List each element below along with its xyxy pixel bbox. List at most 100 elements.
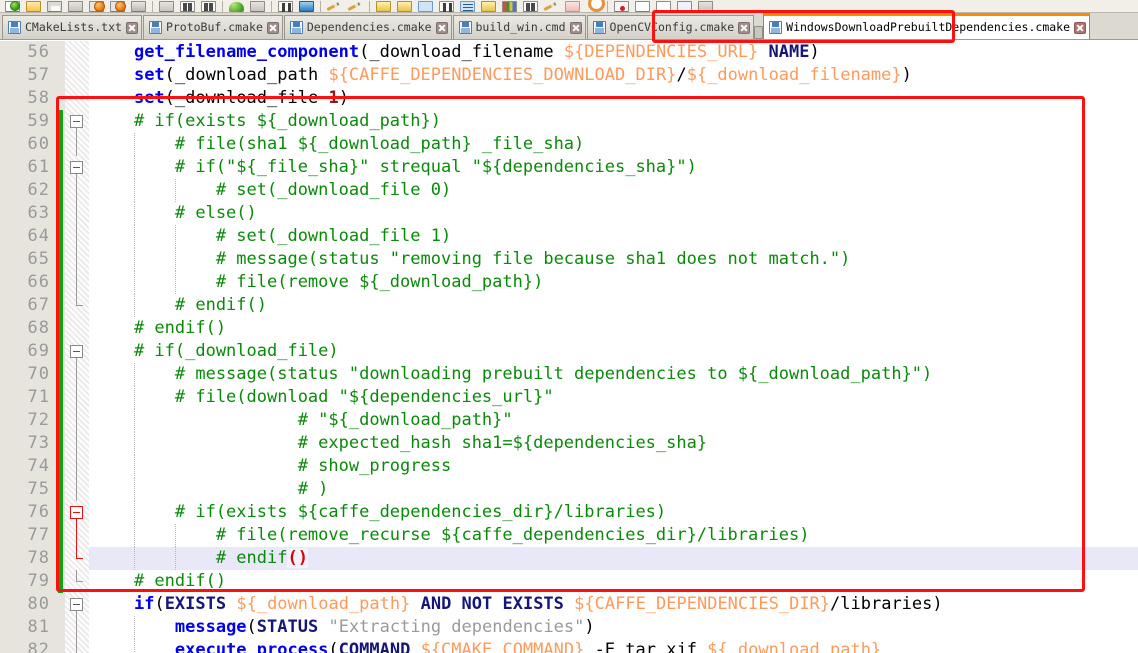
code-line[interactable]: 81 message(STATUS "Extracting dependenci… — [0, 616, 1138, 639]
fold-margin[interactable] — [65, 524, 89, 547]
fold-margin[interactable] — [65, 616, 89, 639]
fold-margin[interactable] — [65, 202, 89, 225]
sync-scroll-h-icon[interactable] — [394, 0, 415, 12]
fold-margin[interactable] — [65, 110, 89, 133]
code-text[interactable]: # if(exists ${_download_path}) — [89, 110, 1138, 133]
fold-margin[interactable] — [65, 87, 89, 110]
save-all-icon[interactable] — [65, 0, 86, 12]
code-text[interactable]: # endif() — [89, 570, 1138, 593]
tab-bar[interactable]: CMakeLists.txt ProtoBuf.cmake Dependencies… — [0, 13, 1138, 40]
code-line[interactable]: 63 # else() — [0, 202, 1138, 225]
run-macro-multiple-icon[interactable] — [674, 0, 695, 12]
word-wrap-icon[interactable] — [415, 0, 436, 12]
open-file-icon[interactable] — [23, 0, 44, 12]
close-icon[interactable] — [125, 21, 138, 34]
code-text[interactable]: # if(_download_file) — [89, 340, 1138, 363]
code-text[interactable]: # set(_download_file 0) — [89, 179, 1138, 202]
fold-margin[interactable] — [65, 363, 89, 386]
code-line[interactable]: 72 # "${_download_path}" — [0, 409, 1138, 432]
code-text[interactable]: get_filename_component(_download_filenam… — [89, 41, 1138, 64]
fold-margin[interactable] — [65, 317, 89, 340]
code-line[interactable]: 60 # file(sha1 ${_download_path} _file_s… — [0, 133, 1138, 156]
fold-margin[interactable] — [65, 432, 89, 455]
code-text[interactable]: message(STATUS "Extracting dependencies"… — [89, 616, 1138, 639]
tab-opencvconfig-cmake[interactable]: OpenCVConfig.cmake — [586, 15, 755, 39]
code-text[interactable]: # file(remove ${_download_path}) — [89, 271, 1138, 294]
sync-scroll-v-icon[interactable] — [373, 0, 394, 12]
function-list-icon[interactable] — [541, 0, 562, 12]
code-text[interactable]: # message(status "downloading prebuilt d… — [89, 363, 1138, 386]
tab-windowsdownloadprebuiltdependencies-cmake[interactable]: WindowsDownloadPrebuiltDependencies.cmak… — [763, 13, 1091, 39]
fold-margin[interactable] — [65, 455, 89, 478]
code-line[interactable]: 64 # set(_download_file 1) — [0, 225, 1138, 248]
playback-macro-icon[interactable] — [653, 0, 674, 12]
fold-margin[interactable] — [65, 340, 89, 363]
close-icon[interactable] — [738, 21, 751, 34]
fold-toggle-icon[interactable] — [70, 506, 83, 519]
fold-margin[interactable] — [65, 294, 89, 317]
close-icon[interactable] — [266, 21, 279, 34]
fold-margin[interactable] — [65, 156, 89, 179]
code-line[interactable]: 80 if(EXISTS ${_download_path} AND NOT E… — [0, 593, 1138, 616]
save-file-icon[interactable] — [44, 0, 65, 12]
tab-build-win-cmd[interactable]: build_win.cmd — [452, 15, 586, 39]
code-line[interactable]: 71 # file(download "${dependencies_url}" — [0, 386, 1138, 409]
code-line[interactable]: 67 # endif() — [0, 294, 1138, 317]
code-text[interactable]: # endif() — [89, 317, 1138, 340]
code-text[interactable]: # endif() — [89, 294, 1138, 317]
folder-workspace-icon[interactable] — [562, 0, 583, 12]
fold-toggle-icon[interactable] — [70, 598, 83, 611]
fold-margin[interactable] — [65, 501, 89, 524]
code-line[interactable]: 76 # if(exists ${caffe_dependencies_dir}… — [0, 501, 1138, 524]
paste-icon[interactable] — [198, 0, 219, 12]
tab-cmakelists-txt[interactable]: CMakeLists.txt — [2, 15, 142, 39]
code-line[interactable]: 61 # if("${_file_sha}" strequal "${depen… — [0, 156, 1138, 179]
fold-toggle-icon[interactable] — [70, 161, 83, 174]
document-map-icon[interactable] — [520, 0, 541, 12]
monitoring-icon[interactable] — [583, 0, 605, 12]
zoom-out-icon[interactable] — [345, 0, 366, 12]
code-text[interactable]: # else() — [89, 202, 1138, 225]
code-line[interactable]: 73 # expected_hash sha1=${dependencies_s… — [0, 432, 1138, 455]
code-text[interactable]: # ) — [89, 478, 1138, 501]
close-icon[interactable] — [435, 21, 448, 34]
copy-icon[interactable] — [177, 0, 198, 12]
code-text[interactable]: set(_download_path ${CAFFE_DEPENDENCIES_… — [89, 64, 1138, 87]
find-icon[interactable] — [275, 0, 296, 12]
code-line[interactable]: 79 # endif() — [0, 570, 1138, 593]
code-line[interactable]: 68 # endif() — [0, 317, 1138, 340]
cut-icon[interactable] — [156, 0, 177, 12]
code-text[interactable]: execute_process(COMMAND ${CMAKE_COMMAND}… — [89, 639, 1138, 653]
stop-macro-icon[interactable] — [632, 0, 653, 12]
tab-scroll-right-button[interactable] — [754, 26, 764, 39]
code-line[interactable]: 62 # set(_download_file 0) — [0, 179, 1138, 202]
code-text[interactable]: # endif() — [89, 547, 1138, 570]
code-text[interactable]: # file(remove_recurse ${caffe_dependenci… — [89, 524, 1138, 547]
fold-margin[interactable] — [65, 64, 89, 87]
code-text[interactable]: # expected_hash sha1=${dependencies_sha} — [89, 432, 1138, 455]
code-text[interactable]: # if(exists ${caffe_dependencies_dir}/li… — [89, 501, 1138, 524]
tab-protobuf-cmake[interactable]: ProtoBuf.cmake — [142, 15, 283, 39]
close-icon[interactable] — [1074, 21, 1087, 34]
code-text[interactable]: # file(sha1 ${_download_path} _file_sha) — [89, 133, 1138, 156]
code-line[interactable]: 58 set(_download_file 1) — [0, 87, 1138, 110]
fold-margin[interactable] — [65, 409, 89, 432]
code-text[interactable]: # show_progress — [89, 455, 1138, 478]
code-line[interactable]: 69 # if(_download_file) — [0, 340, 1138, 363]
indent-guide-icon[interactable] — [478, 0, 499, 12]
fold-margin[interactable] — [65, 225, 89, 248]
save-macro-icon[interactable] — [695, 0, 716, 12]
fold-toggle-icon[interactable] — [70, 115, 83, 128]
code-line[interactable]: 78 # endif() — [0, 547, 1138, 570]
fold-margin[interactable] — [65, 41, 89, 64]
code-line[interactable]: 75 # ) — [0, 478, 1138, 501]
redo-icon[interactable] — [247, 0, 268, 12]
replace-icon[interactable] — [296, 0, 317, 12]
code-line[interactable]: 66 # file(remove ${_download_path}) — [0, 271, 1138, 294]
record-macro-icon[interactable] — [611, 0, 632, 12]
fold-margin[interactable] — [65, 248, 89, 271]
code-line[interactable]: 57 set(_download_path ${CAFFE_DEPENDENCI… — [0, 64, 1138, 87]
fold-margin[interactable] — [65, 547, 89, 570]
code-line[interactable]: 59 # if(exists ${_download_path}) — [0, 110, 1138, 133]
print-icon[interactable] — [128, 0, 149, 12]
